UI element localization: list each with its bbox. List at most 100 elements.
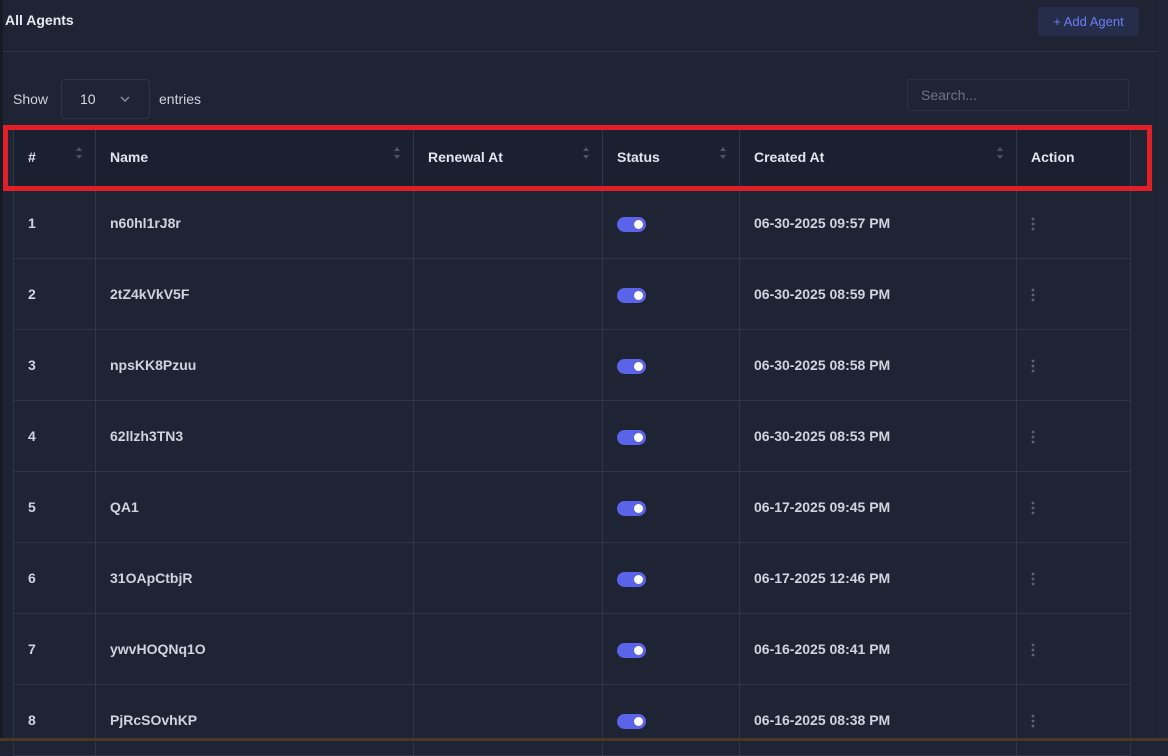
column-header-label: Renewal At [428, 148, 503, 165]
created-at-cell: 06-30-2025 08:53 PM [739, 400, 1017, 472]
scrollbar-track[interactable] [1158, 0, 1168, 741]
status-cell [602, 187, 740, 259]
action-cell [1016, 258, 1131, 330]
column-header-created-at[interactable]: Created At [739, 125, 1017, 188]
agent-name: PjRcSOvhKP [110, 712, 198, 728]
row-number-cell: 6 [13, 542, 96, 614]
kebab-menu-icon[interactable] [1031, 571, 1035, 587]
status-toggle[interactable] [617, 430, 646, 446]
toggle-knob [634, 646, 643, 656]
column-header-number[interactable]: # [13, 125, 96, 188]
table-row: 6 31OApCtbjR 06-17-2025 12:46 PM [13, 542, 1131, 614]
page-size-value: 10 [80, 91, 96, 107]
row-number-cell: 1 [13, 187, 96, 259]
search-input[interactable] [907, 79, 1129, 111]
status-toggle[interactable] [617, 572, 646, 588]
sort-arrows-icon [394, 147, 400, 159]
action-cell [1016, 471, 1131, 543]
created-at: 06-17-2025 12:46 PM [754, 570, 891, 586]
table-row: 7 ywvHOQNq1O 06-16-2025 08:41 PM [13, 613, 1131, 685]
agent-name: n60hl1rJ8r [110, 215, 181, 231]
created-at: 06-16-2025 08:38 PM [754, 712, 891, 728]
sort-arrows-icon [997, 147, 1003, 159]
kebab-menu-icon[interactable] [1031, 713, 1035, 729]
kebab-menu-icon[interactable] [1031, 429, 1035, 445]
created-at: 06-30-2025 08:58 PM [754, 357, 891, 373]
row-number: 5 [28, 499, 36, 515]
status-toggle[interactable] [617, 217, 646, 233]
kebab-menu-icon[interactable] [1031, 287, 1035, 303]
column-header-label: Name [110, 148, 149, 165]
created-at: 06-30-2025 08:59 PM [754, 286, 891, 302]
row-number-cell: 7 [13, 613, 96, 685]
table-row: 8 PjRcSOvhKP 06-16-2025 08:38 PM [13, 684, 1131, 756]
agent-name: 62llzh3TN3 [110, 428, 184, 444]
column-header-label: Status [617, 148, 660, 165]
status-toggle[interactable] [617, 359, 646, 375]
row-number-cell: 4 [13, 400, 96, 472]
agent-name-cell: npsKK8Pzuu [95, 329, 414, 401]
agents-table: # Name Renewal At Status Created At Acti… [13, 125, 1131, 756]
status-toggle[interactable] [617, 714, 646, 730]
kebab-menu-icon[interactable] [1031, 500, 1035, 516]
row-number-cell: 3 [13, 329, 96, 401]
row-number: 4 [28, 428, 36, 444]
agents-panel: All Agents + Add Agent Show 10 entries # [3, 0, 1158, 756]
created-at-cell: 06-30-2025 08:59 PM [739, 258, 1017, 330]
column-header-renewal-at[interactable]: Renewal At [413, 125, 603, 188]
table-row: 5 QA1 06-17-2025 09:45 PM [13, 471, 1131, 543]
page-title: All Agents [5, 12, 74, 28]
action-cell [1016, 400, 1131, 472]
agent-name-cell: 2tZ4kVkV5F [95, 258, 414, 330]
column-header-status[interactable]: Status [602, 125, 740, 188]
kebab-menu-icon[interactable] [1031, 642, 1035, 658]
status-cell [602, 613, 740, 685]
action-cell [1016, 684, 1131, 756]
renewal-at-cell [413, 329, 603, 401]
status-cell [602, 329, 740, 401]
page-size-select[interactable]: 10 [61, 79, 150, 119]
status-cell [602, 471, 740, 543]
agent-name: 2tZ4kVkV5F [110, 286, 190, 302]
kebab-menu-icon[interactable] [1031, 216, 1035, 232]
table-row: 1 n60hl1rJ8r 06-30-2025 09:57 PM [13, 187, 1131, 259]
action-cell [1016, 187, 1131, 259]
toggle-knob [634, 220, 643, 230]
column-header-name[interactable]: Name [95, 125, 414, 188]
add-agent-button[interactable]: + Add Agent [1038, 7, 1139, 36]
column-header-label: Action [1031, 148, 1075, 165]
created-at-cell: 06-30-2025 08:58 PM [739, 329, 1017, 401]
renewal-at-cell [413, 400, 603, 472]
agent-name: ywvHOQNq1O [110, 641, 206, 657]
action-cell [1016, 329, 1131, 401]
status-cell [602, 400, 740, 472]
status-toggle[interactable] [617, 288, 646, 304]
toggle-knob [634, 717, 643, 727]
row-number: 6 [28, 570, 36, 586]
sort-arrows-icon [720, 147, 726, 159]
created-at-cell: 06-17-2025 09:45 PM [739, 471, 1017, 543]
panel-header: All Agents + Add Agent [3, 0, 1158, 52]
renewal-at-cell [413, 684, 603, 756]
renewal-at-cell [413, 613, 603, 685]
chevron-down-icon [120, 96, 130, 102]
table-row: 2 2tZ4kVkV5F 06-30-2025 08:59 PM [13, 258, 1131, 330]
agent-name-cell: QA1 [95, 471, 414, 543]
agent-name-cell: 62llzh3TN3 [95, 400, 414, 472]
status-toggle[interactable] [617, 643, 646, 659]
agent-name-cell: ywvHOQNq1O [95, 613, 414, 685]
renewal-at-cell [413, 471, 603, 543]
toggle-knob [634, 504, 643, 514]
row-number: 3 [28, 357, 36, 373]
status-cell [602, 684, 740, 756]
renewal-at-cell [413, 542, 603, 614]
created-at-cell: 06-16-2025 08:41 PM [739, 613, 1017, 685]
status-toggle[interactable] [617, 501, 646, 517]
kebab-menu-icon[interactable] [1031, 358, 1035, 374]
show-label: Show [13, 91, 49, 107]
renewal-at-cell [413, 187, 603, 259]
row-number: 1 [28, 215, 36, 231]
column-header-action: Action [1016, 125, 1131, 188]
status-cell [602, 542, 740, 614]
agent-name-cell: 31OApCtbjR [95, 542, 414, 614]
